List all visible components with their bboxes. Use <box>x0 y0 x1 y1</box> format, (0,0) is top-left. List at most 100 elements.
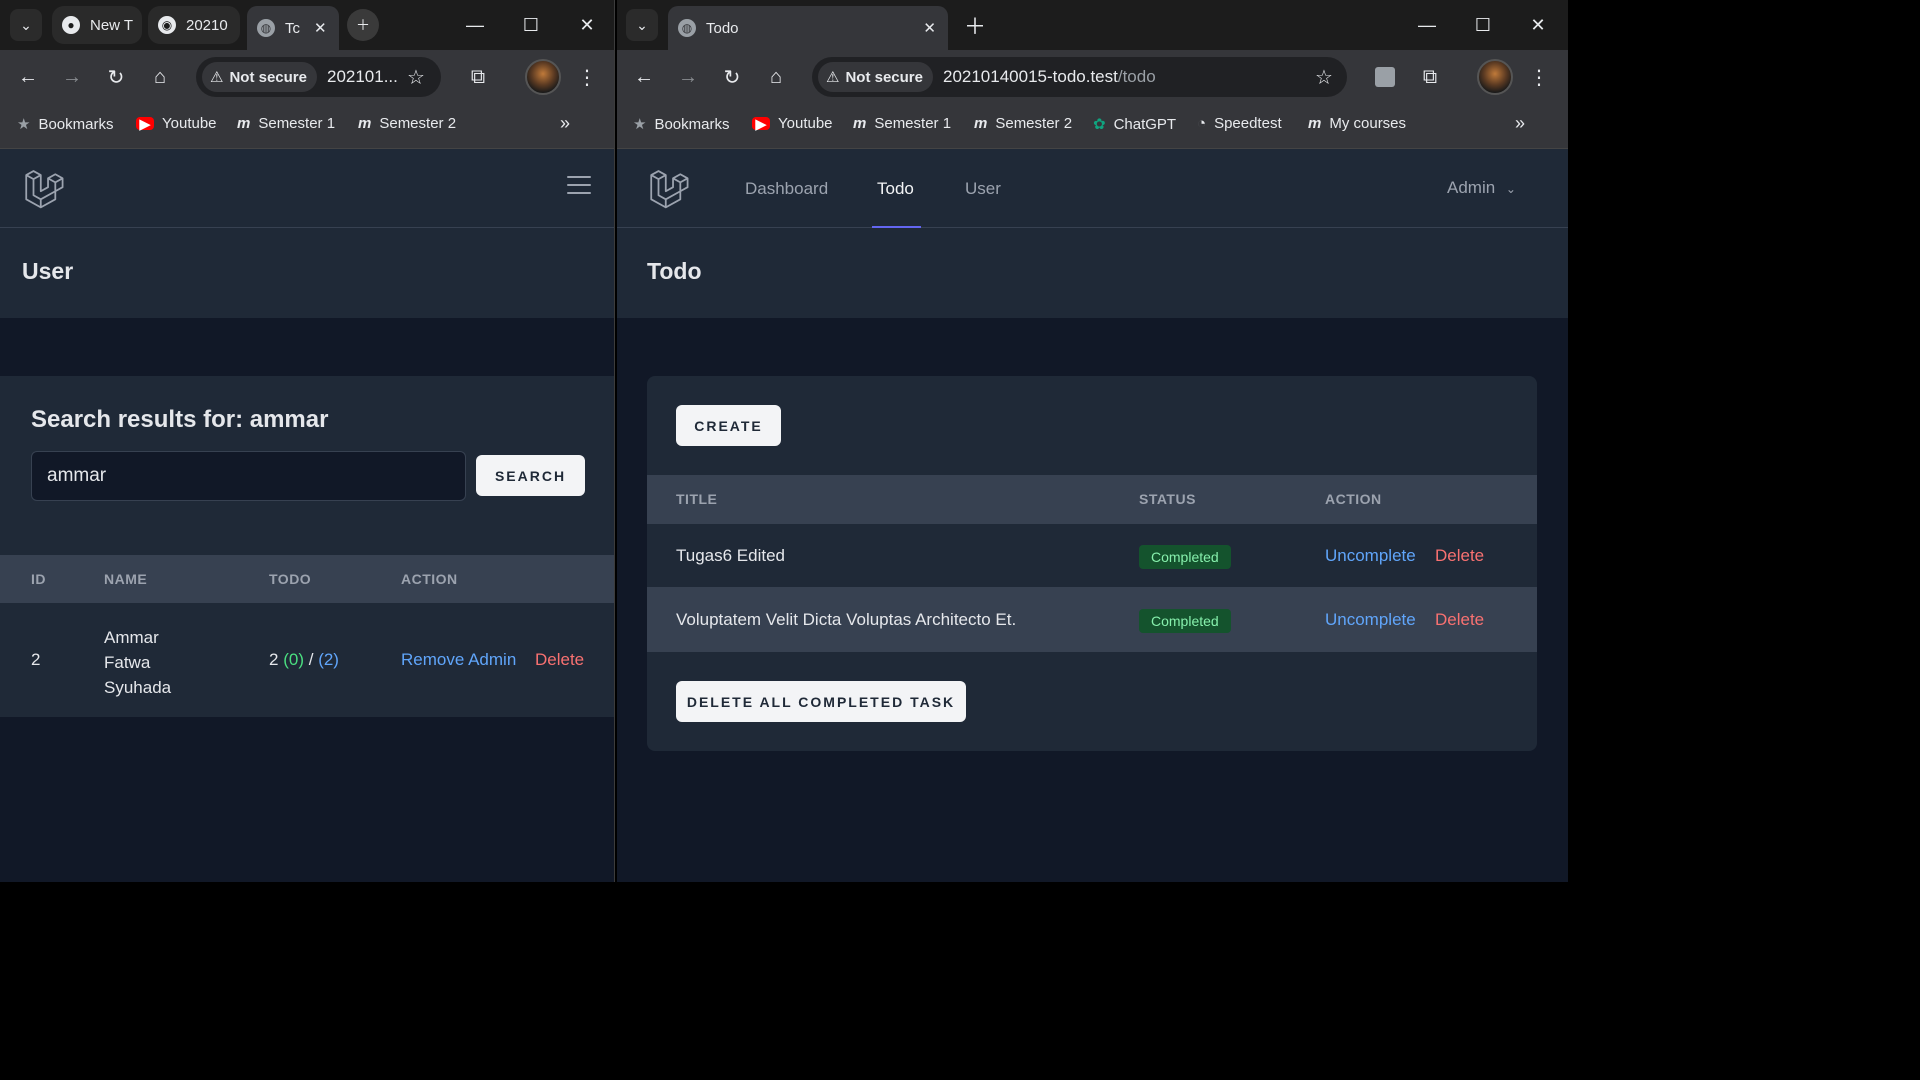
forward-icon[interactable]: → <box>671 60 705 94</box>
close-window-button[interactable]: ✕ <box>1510 0 1566 50</box>
minimize-button[interactable]: — <box>1399 0 1455 50</box>
youtube-icon: ▶ <box>136 116 154 133</box>
user-id: 2 <box>31 650 41 669</box>
chatgpt-icon: ✿ <box>1093 116 1106 133</box>
create-button[interactable]: CREATE <box>676 405 781 446</box>
maximize-icon: ☐ <box>1474 14 1492 35</box>
hamburger-menu-icon[interactable] <box>567 176 591 196</box>
new-tab-button[interactable]: ＋ <box>347 9 379 41</box>
table-row: Tugas6 Edited Completed Uncomplete Delet… <box>647 524 1537 588</box>
user-name-line: Fatwa <box>104 653 151 672</box>
new-tab-button[interactable]: ＋ <box>958 8 992 42</box>
home-icon[interactable]: ⌂ <box>143 60 177 94</box>
nav-link-todo[interactable]: Todo <box>877 179 914 199</box>
bookmark-item[interactable]: m Semester 2 <box>974 115 1072 132</box>
todo-card: CREATE TITLE STATUS ACTION Tugas6 Edited… <box>647 376 1537 751</box>
bookmark-item[interactable]: ◔ Speedtest <box>1197 115 1282 132</box>
extensions-icon[interactable]: ⧉ <box>461 60 495 94</box>
bookmark-item[interactable]: ✿ ChatGPT <box>1093 115 1176 134</box>
bookmark-item[interactable]: m Semester 2 <box>358 115 456 132</box>
bookmark-item[interactable]: ★ Bookmarks <box>633 115 730 134</box>
more-bookmarks-icon[interactable]: » <box>560 113 570 134</box>
search-input[interactable]: ammar <box>31 451 466 501</box>
security-chip[interactable]: ⚠ Not secure <box>202 62 317 92</box>
nav-link-user[interactable]: User <box>965 179 1001 199</box>
user-menu-dropdown[interactable]: Admin ⌄ <box>1447 178 1516 198</box>
bookmark-item[interactable]: ★ Bookmarks <box>17 115 113 134</box>
delete-all-completed-button[interactable]: DELETE ALL COMPLETED TASK <box>676 681 966 722</box>
close-window-button[interactable]: ✕ <box>559 0 614 50</box>
tab-todo[interactable]: ◍ Tc ✕ <box>247 6 339 50</box>
page-title: Todo <box>647 258 702 284</box>
extensions-icon[interactable]: ⧉ <box>1413 60 1447 94</box>
close-icon: ✕ <box>579 14 595 35</box>
laravel-logo-icon[interactable] <box>648 167 690 209</box>
minimize-icon: — <box>466 14 484 35</box>
user-menu-label: Admin <box>1447 178 1496 197</box>
menu-kebab-icon[interactable]: ⋮ <box>570 60 604 94</box>
maximize-button[interactable]: ☐ <box>503 0 559 50</box>
uncomplete-link[interactable]: Uncomplete <box>1325 546 1416 566</box>
avatar[interactable] <box>525 59 561 95</box>
security-chip[interactable]: ⚠ Not secure <box>818 62 933 92</box>
delete-user-link[interactable]: Delete <box>535 650 584 670</box>
minimize-button[interactable]: — <box>447 0 503 50</box>
user-name-line: Ammar <box>104 628 159 647</box>
address-bar[interactable]: ⚠ Not secure 20210140015-todo.test/todo <box>812 57 1347 97</box>
maximize-icon: ☐ <box>522 14 540 35</box>
app-navbar <box>0 149 614 228</box>
extension-puzzle-icon[interactable] <box>1368 60 1402 94</box>
reload-icon[interactable]: ↻ <box>99 60 133 94</box>
app-navbar: Dashboard Todo User Admin ⌄ <box>617 149 1568 228</box>
avatar[interactable] <box>1477 59 1513 95</box>
page-title: User <box>22 258 74 284</box>
bookmark-item[interactable]: ▶ Youtube <box>136 115 217 133</box>
moodle-icon: m <box>358 115 372 132</box>
page-body: Search results for: ammar ammar SEARCH I… <box>0 318 614 882</box>
tab-new-tab[interactable]: ● New T <box>52 6 142 44</box>
close-icon[interactable]: ✕ <box>923 19 936 37</box>
column-header-status: STATUS <box>1139 491 1196 507</box>
chevron-down-icon: ⌄ <box>636 16 648 33</box>
browser-toolbar: ← → ↻ ⌂ ⚠ Not secure 20210140015-todo.te… <box>617 50 1568 103</box>
bookmark-star-icon[interactable]: ☆ <box>1307 60 1341 94</box>
table-row: Voluptatem Velit Dicta Voluptas Architec… <box>647 588 1537 652</box>
reload-icon[interactable]: ↻ <box>715 60 749 94</box>
laravel-logo-icon[interactable] <box>23 167 65 209</box>
nav-link-dashboard[interactable]: Dashboard <box>745 179 828 199</box>
back-icon[interactable]: ← <box>627 60 661 94</box>
plus-icon: ＋ <box>963 14 986 39</box>
home-icon[interactable]: ⌂ <box>759 60 793 94</box>
forward-icon[interactable]: → <box>55 60 89 94</box>
remove-admin-link[interactable]: Remove Admin <box>401 650 516 670</box>
more-bookmarks-icon[interactable]: » <box>1515 113 1525 134</box>
tab-search-button[interactable]: ⌄ <box>10 9 42 41</box>
status-badge: Completed <box>1139 545 1231 569</box>
todo-done-count: (0) <box>283 650 304 669</box>
column-header-title: TITLE <box>676 491 718 507</box>
delete-todo-link[interactable]: Delete <box>1435 546 1484 566</box>
bookmark-item[interactable]: ▶ Youtube <box>752 115 833 133</box>
bookmark-star-icon[interactable]: ☆ <box>399 60 433 94</box>
bookmark-item[interactable]: m My courses <box>1308 115 1406 132</box>
tab-todo[interactable]: ◍ Todo ✕ <box>668 6 948 50</box>
column-header-action: ACTION <box>401 571 458 587</box>
bookmark-item[interactable]: m Semester 1 <box>237 115 335 132</box>
maximize-button[interactable]: ☐ <box>1455 0 1511 50</box>
todo-total: 2 <box>269 650 279 669</box>
bookmark-item[interactable]: m Semester 1 <box>853 115 951 132</box>
uncomplete-link[interactable]: Uncomplete <box>1325 610 1416 630</box>
menu-kebab-icon[interactable]: ⋮ <box>1522 60 1556 94</box>
tab-github[interactable]: ◉ 20210 <box>148 6 240 44</box>
star-icon: ★ <box>17 116 31 133</box>
table-row: 2 Ammar Fatwa Syuhada 2 (0) / (2) Remove… <box>0 603 614 717</box>
back-icon[interactable]: ← <box>11 60 45 94</box>
close-icon[interactable]: ✕ <box>314 19 327 37</box>
tab-label: Todo <box>706 19 739 37</box>
delete-todo-link[interactable]: Delete <box>1435 610 1484 630</box>
search-button[interactable]: SEARCH <box>476 455 585 496</box>
bookmark-label: Bookmarks <box>654 115 730 133</box>
search-card: Search results for: ammar ammar SEARCH I… <box>0 376 614 717</box>
tab-search-button[interactable]: ⌄ <box>626 9 658 41</box>
bookmarks-bar: ★ Bookmarks ▶ Youtube m Semester 1 m Semeste… <box>617 103 1568 149</box>
